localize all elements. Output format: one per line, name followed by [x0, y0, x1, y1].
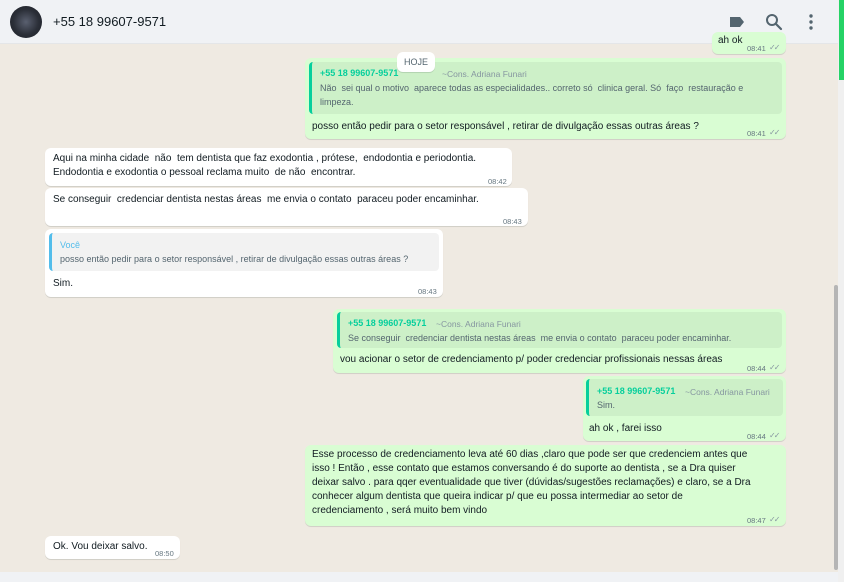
message-time: 08:42 — [488, 177, 507, 186]
message-time: 08:41 — [747, 44, 766, 53]
message-time: 08:43 — [503, 217, 522, 226]
message-time: 08:47 — [747, 516, 766, 525]
quote-author-name: ~Cons. Adriana Funari — [685, 387, 770, 397]
message-bubble-outgoing[interactable]: +55 18 99607-9571 ~Cons. Adriana Funari … — [333, 309, 786, 373]
quote-author-name: ~Cons. Adriana Funari — [442, 69, 527, 79]
read-receipt-icon: ✓✓ — [769, 363, 780, 372]
right-edge-accent — [839, 0, 844, 80]
composer-edge — [0, 572, 838, 582]
message-text: conhecer algum dentista que queira indic… — [312, 491, 683, 502]
read-receipt-icon: ✓✓ — [769, 43, 780, 52]
message-bubble-incoming[interactable]: Aqui na minha cidade não tem dentista qu… — [45, 148, 512, 186]
quote-text: Sim. — [597, 400, 615, 410]
message-time: 08:44 — [747, 364, 766, 373]
message-text: ah ok , farei isso — [589, 423, 662, 434]
message-time: 08:50 — [155, 549, 174, 558]
message-text: posso então pedir para o setor responsáv… — [312, 121, 699, 132]
message-bubble-incoming[interactable]: Você posso então pedir para o setor resp… — [45, 229, 443, 297]
quoted-message[interactable]: +55 18 99607-9571 ~Cons. Adriana Funari … — [337, 312, 782, 348]
message-text: ah ok — [718, 35, 743, 46]
quote-text: Não sei qual o motivo aparece todas as e… — [320, 83, 744, 93]
message-text: Esse processo de credenciamento leva até… — [312, 449, 748, 460]
date-chip: HOJE — [397, 52, 435, 72]
message-text: credenciamento , será muito bem vindo — [312, 505, 488, 516]
avatar[interactable] — [10, 6, 42, 38]
read-receipt-icon: ✓✓ — [769, 128, 780, 137]
quote-text: Se conseguir credenciar dentista nestas … — [348, 333, 732, 343]
contact-name[interactable]: +55 18 99607-9571 — [53, 14, 166, 29]
message-text: vou acionar o setor de credenciamento p/… — [340, 354, 723, 365]
quote-author: +55 18 99607-9571 — [348, 318, 427, 328]
menu-icon[interactable] — [801, 12, 821, 32]
quote-author: +55 18 99607-9571 — [320, 68, 399, 78]
search-icon[interactable] — [764, 12, 784, 32]
message-bubble-outgoing[interactable]: ah ok 08:41 ✓✓ — [712, 32, 786, 54]
quote-author: +55 18 99607-9571 — [597, 386, 676, 396]
message-text: deixar salvo . para qqer eventualidade q… — [312, 477, 751, 488]
quote-author: Você — [60, 240, 81, 250]
quote-text: posso então pedir para o setor responsáv… — [60, 254, 409, 264]
message-bubble-incoming[interactable]: Se conseguir credenciar dentista nestas … — [45, 188, 528, 226]
message-time: 08:41 — [747, 129, 766, 138]
message-text: Ok. Vou deixar salvo. — [53, 541, 148, 552]
label-icon[interactable] — [727, 12, 747, 32]
message-bubble-outgoing[interactable]: +55 18 99607-9571 ~Cons. Adriana Funari … — [305, 58, 786, 139]
message-bubble-outgoing[interactable]: Esse processo de credenciamento leva até… — [305, 445, 786, 526]
message-text: Aqui na minha cidade não tem dentista qu… — [53, 153, 477, 164]
message-bubble-incoming[interactable]: Ok. Vou deixar salvo. 08:50 — [45, 536, 180, 559]
quote-text: limpeza. — [320, 97, 354, 107]
message-text: Endodontia e exodontia o pessoal reclama… — [53, 167, 356, 178]
read-receipt-icon: ✓✓ — [769, 515, 780, 524]
message-text: Sim. — [53, 278, 73, 289]
quoted-message[interactable]: +55 18 99607-9571 ~Cons. Adriana Funari … — [586, 379, 783, 416]
quoted-message[interactable]: +55 18 99607-9571 ~Cons. Adriana Funari … — [309, 62, 782, 114]
message-bubble-outgoing[interactable]: +55 18 99607-9571 ~Cons. Adriana Funari … — [583, 376, 786, 441]
read-receipt-icon: ✓✓ — [769, 431, 780, 440]
quote-author-name: ~Cons. Adriana Funari — [436, 319, 521, 329]
message-text: Se conseguir credenciar dentista nestas … — [53, 194, 479, 205]
message-time: 08:43 — [418, 287, 437, 296]
right-edge-bar — [838, 0, 844, 582]
message-text: isso ! Então , esse contato que estamos … — [312, 463, 736, 474]
message-time: 08:44 — [747, 432, 766, 441]
quoted-message[interactable]: Você posso então pedir para o setor resp… — [49, 233, 439, 271]
